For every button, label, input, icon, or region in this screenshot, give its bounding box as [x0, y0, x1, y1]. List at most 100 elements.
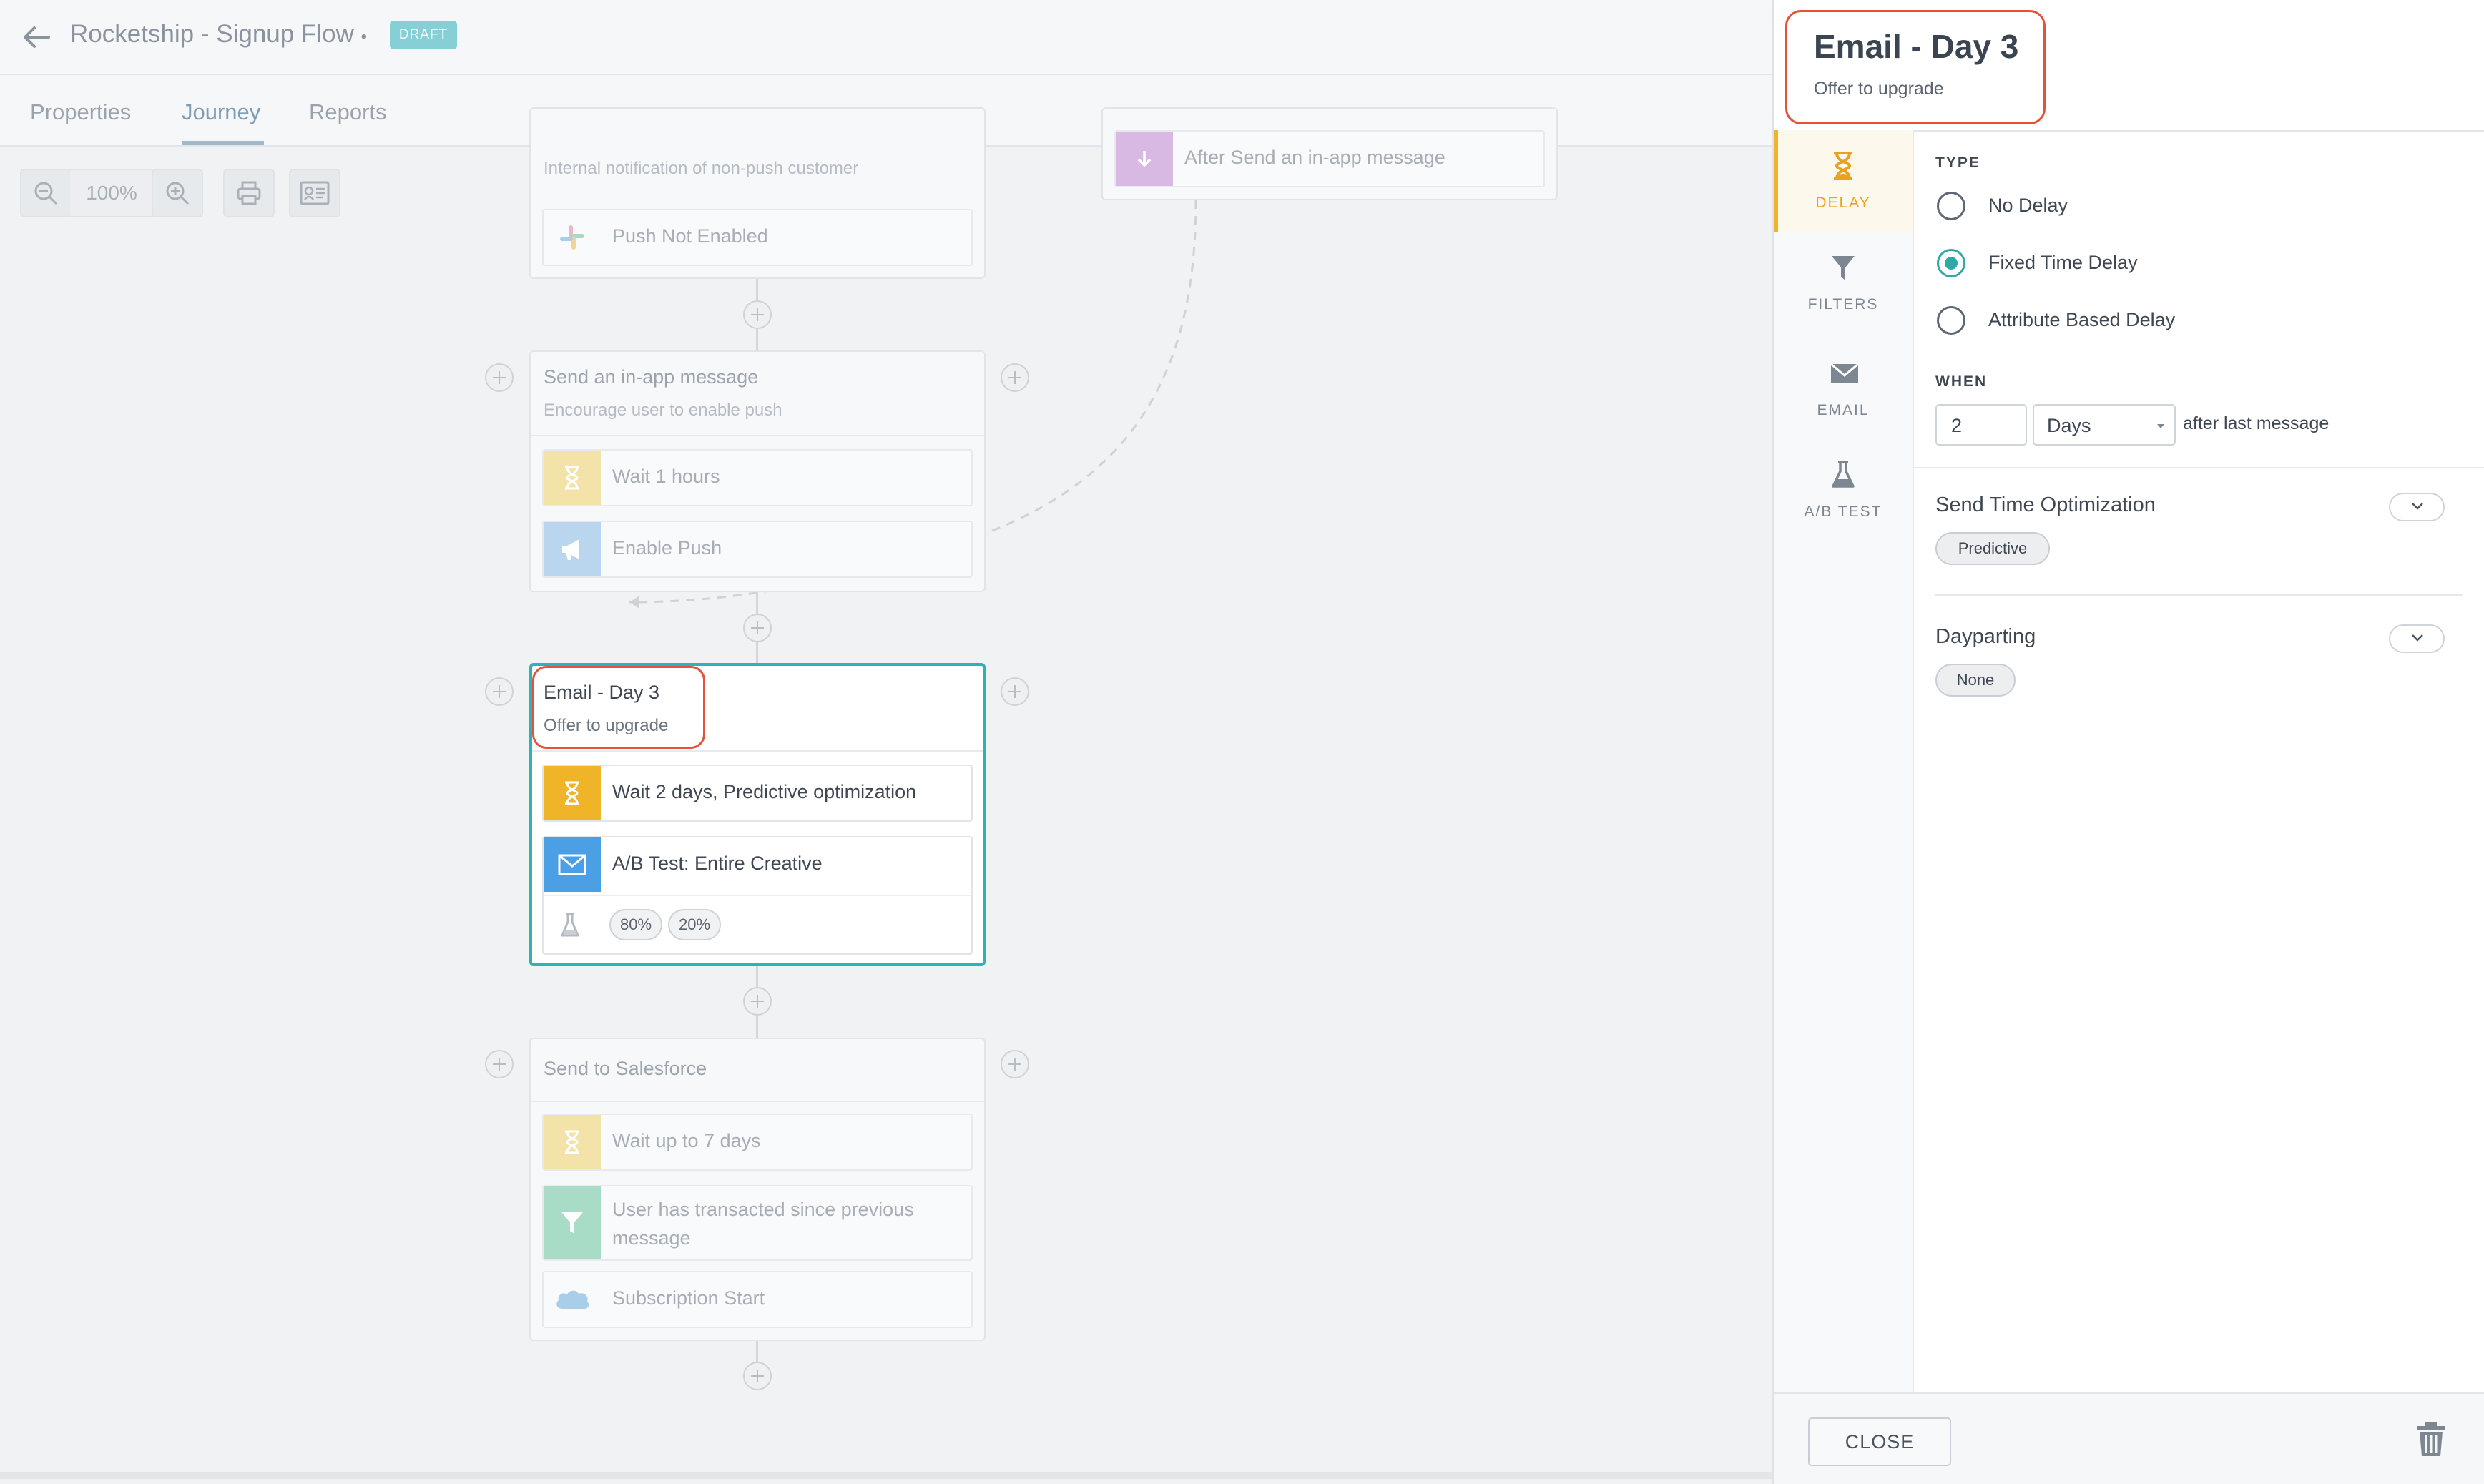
megaphone-icon: [544, 522, 601, 576]
radio-no-delay[interactable]: [1937, 192, 1965, 220]
flow-title[interactable]: Rocketship - Signup Flow •: [70, 20, 367, 49]
step-row[interactable]: Enable Push: [542, 521, 973, 578]
dayparting-value-chip[interactable]: None: [1935, 664, 2016, 697]
step-label: A/B Test: Entire Creative: [612, 852, 823, 874]
when-label: WHEN: [1935, 373, 1988, 390]
card-subtitle: Internal notification of non-push custom…: [544, 159, 859, 178]
salesforce-card[interactable]: Send to Salesforce Wait up to 7 days Use…: [529, 1038, 986, 1341]
back-arrow-icon[interactable]: [20, 21, 51, 53]
add-step-button[interactable]: [743, 300, 772, 329]
envelope-icon: [544, 837, 601, 892]
send-time-optimization-title: Send Time Optimization: [1935, 493, 2156, 516]
top-bar: Rocketship - Signup Flow • DRAFT: [0, 0, 1772, 76]
when-suffix: after last message: [2183, 413, 2330, 433]
card-title: Send to Salesforce: [544, 1058, 707, 1079]
variant-row: 80% 20%: [544, 896, 971, 955]
step-row[interactable]: After Send an in-app message: [1114, 130, 1545, 187]
tab-email[interactable]: EMAIL: [1774, 338, 1913, 439]
tab-delay[interactable]: DELAY: [1774, 130, 1913, 232]
zoom-out-icon: [34, 182, 58, 205]
zoom-in-icon: [166, 182, 190, 205]
flask-icon: [1832, 461, 1855, 488]
variant-badge[interactable]: 80%: [609, 909, 662, 940]
step-row[interactable]: Wait 2 days, Predictive optimization: [542, 765, 973, 822]
filter-icon: [544, 1186, 601, 1259]
step-label: Wait up to 7 days: [612, 1130, 761, 1151]
zoom-level: 100%: [70, 169, 153, 217]
radio-attribute-based-delay[interactable]: [1937, 306, 1965, 335]
send-time-expand-toggle[interactable]: [2389, 493, 2445, 521]
notification-card[interactable]: Internal notification of non-push custom…: [529, 107, 986, 279]
add-branch-left-button[interactable]: [485, 363, 514, 392]
card-title: Send an in-app message: [544, 366, 759, 388]
print-icon: [237, 181, 261, 205]
close-button[interactable]: CLOSE: [1808, 1417, 1951, 1466]
add-step-button[interactable]: [743, 987, 772, 1016]
contact-card-icon: [300, 181, 330, 205]
journey-editor: Rocketship - Signup Flow • DRAFT Propert…: [0, 0, 1772, 1484]
hourglass-icon: [544, 766, 601, 820]
add-step-button[interactable]: [743, 614, 772, 642]
envelope-icon: [1830, 363, 1859, 383]
tab-journey[interactable]: Journey: [182, 99, 260, 125]
delay-unit-select[interactable]: Days: [2033, 404, 2176, 446]
step-label: User has transacted since previous messag…: [612, 1199, 914, 1249]
type-label: TYPE: [1935, 154, 1980, 171]
step-label: Push Not Enabled: [612, 225, 768, 247]
inapp-card[interactable]: Send an in-app message Encourage user to…: [529, 350, 986, 592]
step-row[interactable]: Subscription Start: [542, 1271, 973, 1328]
card-title-highlight: [532, 666, 705, 749]
salesforce-cloud-icon: [544, 1272, 601, 1327]
download-icon: [1116, 132, 1173, 186]
radio-label: No Delay: [1988, 195, 2068, 216]
panel-header: Email - Day 3 Offer to upgrade: [1774, 0, 2484, 132]
zoom-in-button[interactable]: [152, 169, 203, 217]
print-button[interactable]: [223, 169, 275, 217]
status-badge: DRAFT: [390, 21, 457, 49]
add-branch-right-button[interactable]: [1001, 677, 1029, 706]
chevron-down-icon: [2412, 503, 2423, 510]
radio-label: Attribute Based Delay: [1988, 309, 2176, 330]
step-label: Wait 2 days, Predictive optimization: [612, 781, 917, 802]
delay-amount-input[interactable]: 2: [1935, 404, 2027, 446]
zoom-out-button[interactable]: [20, 169, 72, 217]
trash-icon[interactable]: [2414, 1420, 2448, 1462]
tab-ab-test[interactable]: A/B TEST: [1774, 439, 1913, 541]
filter-icon: [1832, 256, 1855, 280]
panel-footer: CLOSE: [1774, 1392, 2484, 1484]
radio-fixed-time-delay[interactable]: [1937, 249, 1965, 277]
flask-icon: [559, 912, 581, 943]
add-branch-right-button[interactable]: [1001, 1050, 1029, 1078]
step-row[interactable]: User has transacted since previous messag…: [542, 1185, 973, 1261]
dayparting-expand-toggle[interactable]: [2389, 624, 2445, 653]
step-settings-panel: Email - Day 3 Offer to upgrade DELAY FIL…: [1772, 0, 2484, 1484]
tab-properties[interactable]: Properties: [30, 99, 131, 125]
add-branch-left-button[interactable]: [485, 1050, 514, 1078]
add-step-button[interactable]: [743, 1362, 772, 1390]
tab-filters[interactable]: FILTERS: [1774, 232, 1913, 333]
card-subtitle: Encourage user to enable push: [544, 401, 782, 420]
variant-badge[interactable]: 20%: [668, 909, 721, 940]
active-tab-indicator: [182, 141, 264, 145]
branch-card[interactable]: After Send an in-app message: [1101, 107, 1558, 200]
panel-side-tabs: DELAY FILTERS EMAIL A/B TEST: [1774, 130, 1914, 1392]
add-branch-right-button[interactable]: [1001, 363, 1029, 392]
chevron-down-icon: [2412, 634, 2423, 642]
step-label: After Send an in-app message: [1184, 147, 1445, 168]
dayparting-title: Dayparting: [1935, 625, 2036, 648]
step-label: Enable Push: [612, 537, 722, 559]
step-row[interactable]: Wait 1 hours: [542, 449, 973, 506]
step-label: Subscription Start: [612, 1287, 765, 1309]
radio-label: Fixed Time Delay: [1988, 252, 2138, 273]
panel-title-highlight: [1785, 10, 2046, 124]
ab-test-step[interactable]: A/B Test: Entire Creative 80% 20%: [542, 836, 973, 955]
step-row[interactable]: Wait up to 7 days: [542, 1114, 973, 1171]
contact-card-button[interactable]: [289, 169, 340, 217]
slack-icon: [544, 210, 601, 265]
horizontal-scrollbar[interactable]: [0, 1472, 1772, 1479]
hourglass-icon: [544, 1115, 601, 1169]
step-row[interactable]: Push Not Enabled: [542, 209, 973, 266]
send-time-value-chip[interactable]: Predictive: [1935, 532, 2050, 565]
add-branch-left-button[interactable]: [485, 677, 514, 706]
tab-reports[interactable]: Reports: [309, 99, 387, 125]
